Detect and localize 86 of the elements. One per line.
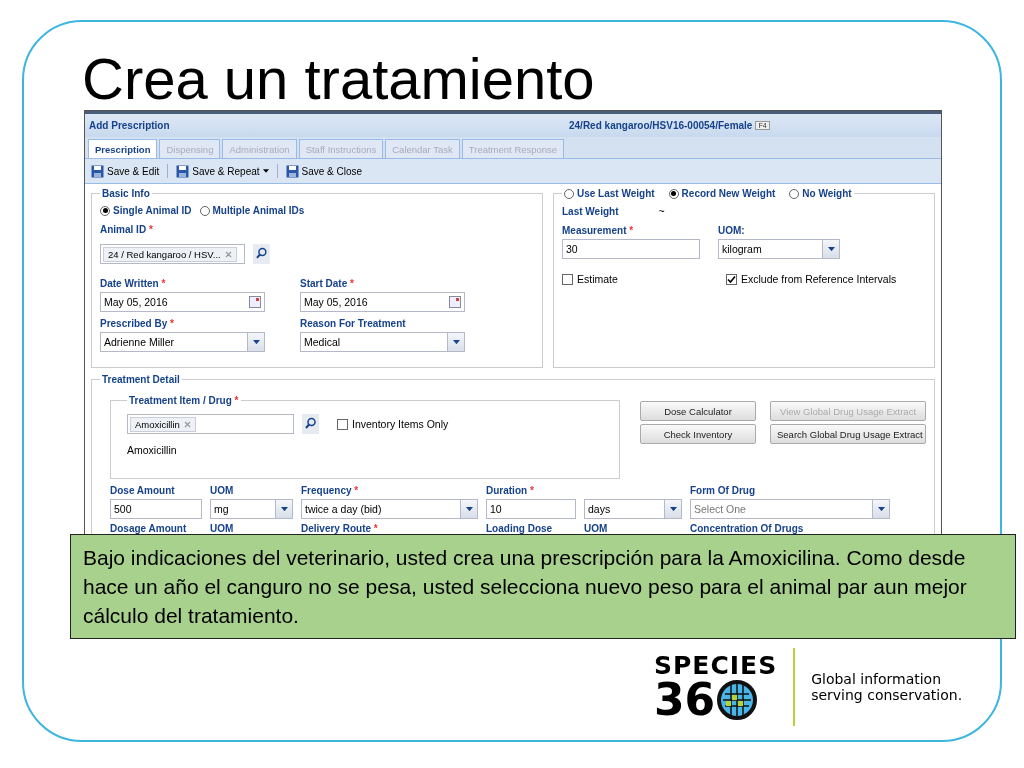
- input-field[interactable]: 10: [486, 499, 576, 519]
- calendar-icon[interactable]: [247, 293, 264, 311]
- checkbox[interactable]: [337, 418, 348, 430]
- weight-value: ~: [658, 205, 665, 217]
- save-icon: [91, 164, 104, 178]
- field-label: Prescribed By *: [100, 318, 175, 329]
- section-title: Treatment Detail: [101, 374, 181, 385]
- radio-label[interactable]: No Weight: [802, 188, 852, 199]
- section-title: Treatment Item / Drug *: [128, 395, 240, 406]
- save-icon: [285, 164, 299, 178]
- record-label: 24/Red kangaroo/HSV16-00054/Female: [569, 120, 753, 131]
- checkbox-label[interactable]: Exclude from Reference Intervals: [741, 273, 897, 285]
- field-label: Dosage Amount: [110, 523, 188, 534]
- select-field[interactable]: Select One: [690, 499, 890, 519]
- calendar-icon[interactable]: [447, 293, 464, 311]
- field-label: Concentration Of Drugs: [690, 523, 805, 534]
- date-field[interactable]: May 05, 2016: [100, 292, 265, 312]
- search-icon[interactable]: [302, 414, 319, 434]
- tab[interactable]: Prescription: [88, 139, 158, 158]
- checkbox-label[interactable]: Inventory Items Only: [352, 418, 449, 430]
- toolbar-button[interactable]: Save & Edit: [89, 162, 162, 180]
- check-icon: [727, 274, 736, 284]
- radio-button[interactable]: [199, 205, 210, 216]
- field-label: Date Written *: [100, 278, 167, 289]
- field-label: UOM:: [718, 225, 746, 236]
- field-label: Loading Dose: [486, 523, 554, 534]
- field-label: Animal ID *: [100, 224, 154, 235]
- field-label: Duration *: [486, 485, 535, 496]
- radio-button[interactable]: [668, 188, 679, 199]
- field-label: Start Date *: [300, 278, 355, 289]
- date-field[interactable]: May 05, 2016: [300, 292, 465, 312]
- field-label: Delivery Route *: [301, 523, 379, 534]
- save-icon: [176, 164, 190, 178]
- dropdown-icon[interactable]: [664, 500, 681, 518]
- action-button[interactable]: Search Global Drug Usage Extract: [770, 424, 926, 444]
- logo-number: 36: [654, 677, 716, 722]
- radio-label[interactable]: Multiple Animal IDs: [212, 205, 305, 216]
- drug-field[interactable]: Amoxicillin: [127, 414, 294, 434]
- globe-icon: [717, 679, 758, 720]
- field-label: Dose Amount: [110, 485, 176, 496]
- action-button[interactable]: Check Inventory: [640, 424, 756, 444]
- slide-title: Crea un tratamiento: [82, 48, 595, 110]
- input-field[interactable]: 30: [562, 239, 700, 259]
- input-field[interactable]: 500: [110, 499, 202, 519]
- radio-button[interactable]: [564, 188, 574, 199]
- field-label: Last Weight: [562, 206, 619, 217]
- select-field[interactable]: Adrienne Miller: [100, 332, 265, 352]
- toolbar-button[interactable]: Save & Repeat: [174, 162, 271, 180]
- animal-id-field[interactable]: 24 / Red kangaroo / HSV...: [100, 244, 246, 264]
- select-field[interactable]: days: [584, 499, 682, 519]
- field-label: UOM: [210, 523, 235, 534]
- dropdown-icon[interactable]: [447, 333, 464, 351]
- radio-button[interactable]: [789, 188, 800, 199]
- select-field[interactable]: mg: [210, 499, 293, 519]
- checkbox[interactable]: [726, 273, 737, 285]
- dropdown-icon[interactable]: [822, 240, 839, 258]
- dropdown-icon[interactable]: [460, 500, 477, 518]
- tagline: Global information: [811, 671, 943, 687]
- field-label: Reason For Treatment: [300, 318, 407, 329]
- dropdown-icon[interactable]: [247, 333, 264, 351]
- caret-icon: [262, 169, 269, 173]
- action-button[interactable]: Dose Calculator: [640, 401, 756, 421]
- radio-label[interactable]: Record New Weight: [681, 188, 776, 199]
- toolbar-button[interactable]: Save & Close: [283, 162, 365, 180]
- dropdown-icon[interactable]: [872, 500, 889, 518]
- select-field[interactable]: kilogram: [718, 239, 840, 259]
- section-title: Basic Info: [101, 188, 151, 199]
- field-label: Frequency *: [301, 485, 360, 496]
- field-label: UOM: [210, 485, 235, 496]
- field-label: UOM: [584, 523, 609, 534]
- field-label: Measurement *: [562, 225, 635, 236]
- checkbox-label[interactable]: Estimate: [577, 273, 618, 285]
- radio-label[interactable]: Single Animal ID: [113, 205, 192, 216]
- drug-name: Amoxicillin: [127, 444, 177, 456]
- select-field[interactable]: Medical: [300, 332, 465, 352]
- search-icon[interactable]: [253, 244, 270, 264]
- select-field[interactable]: twice a day (bid): [301, 499, 478, 519]
- field-label: Form Of Drug: [690, 485, 756, 496]
- radio-label[interactable]: Use Last Weight: [577, 188, 655, 199]
- logo-wordmark: SPECIES: [654, 652, 778, 678]
- window-title: Add Prescription: [89, 120, 171, 131]
- radio-button[interactable]: [100, 205, 110, 216]
- tagline: serving conservation.: [811, 687, 963, 703]
- callout-text: Bajo indicaciones del veterinario, usted crea una prescripción para la Amoxicilina. Como desde hace un año el canguro no se pesa, usted selecciona nuevo peso para el animal par aun mejor cálculo del tratamiento.: [70, 534, 1016, 639]
- checkbox[interactable]: [562, 273, 573, 285]
- dropdown-icon[interactable]: [275, 500, 292, 518]
